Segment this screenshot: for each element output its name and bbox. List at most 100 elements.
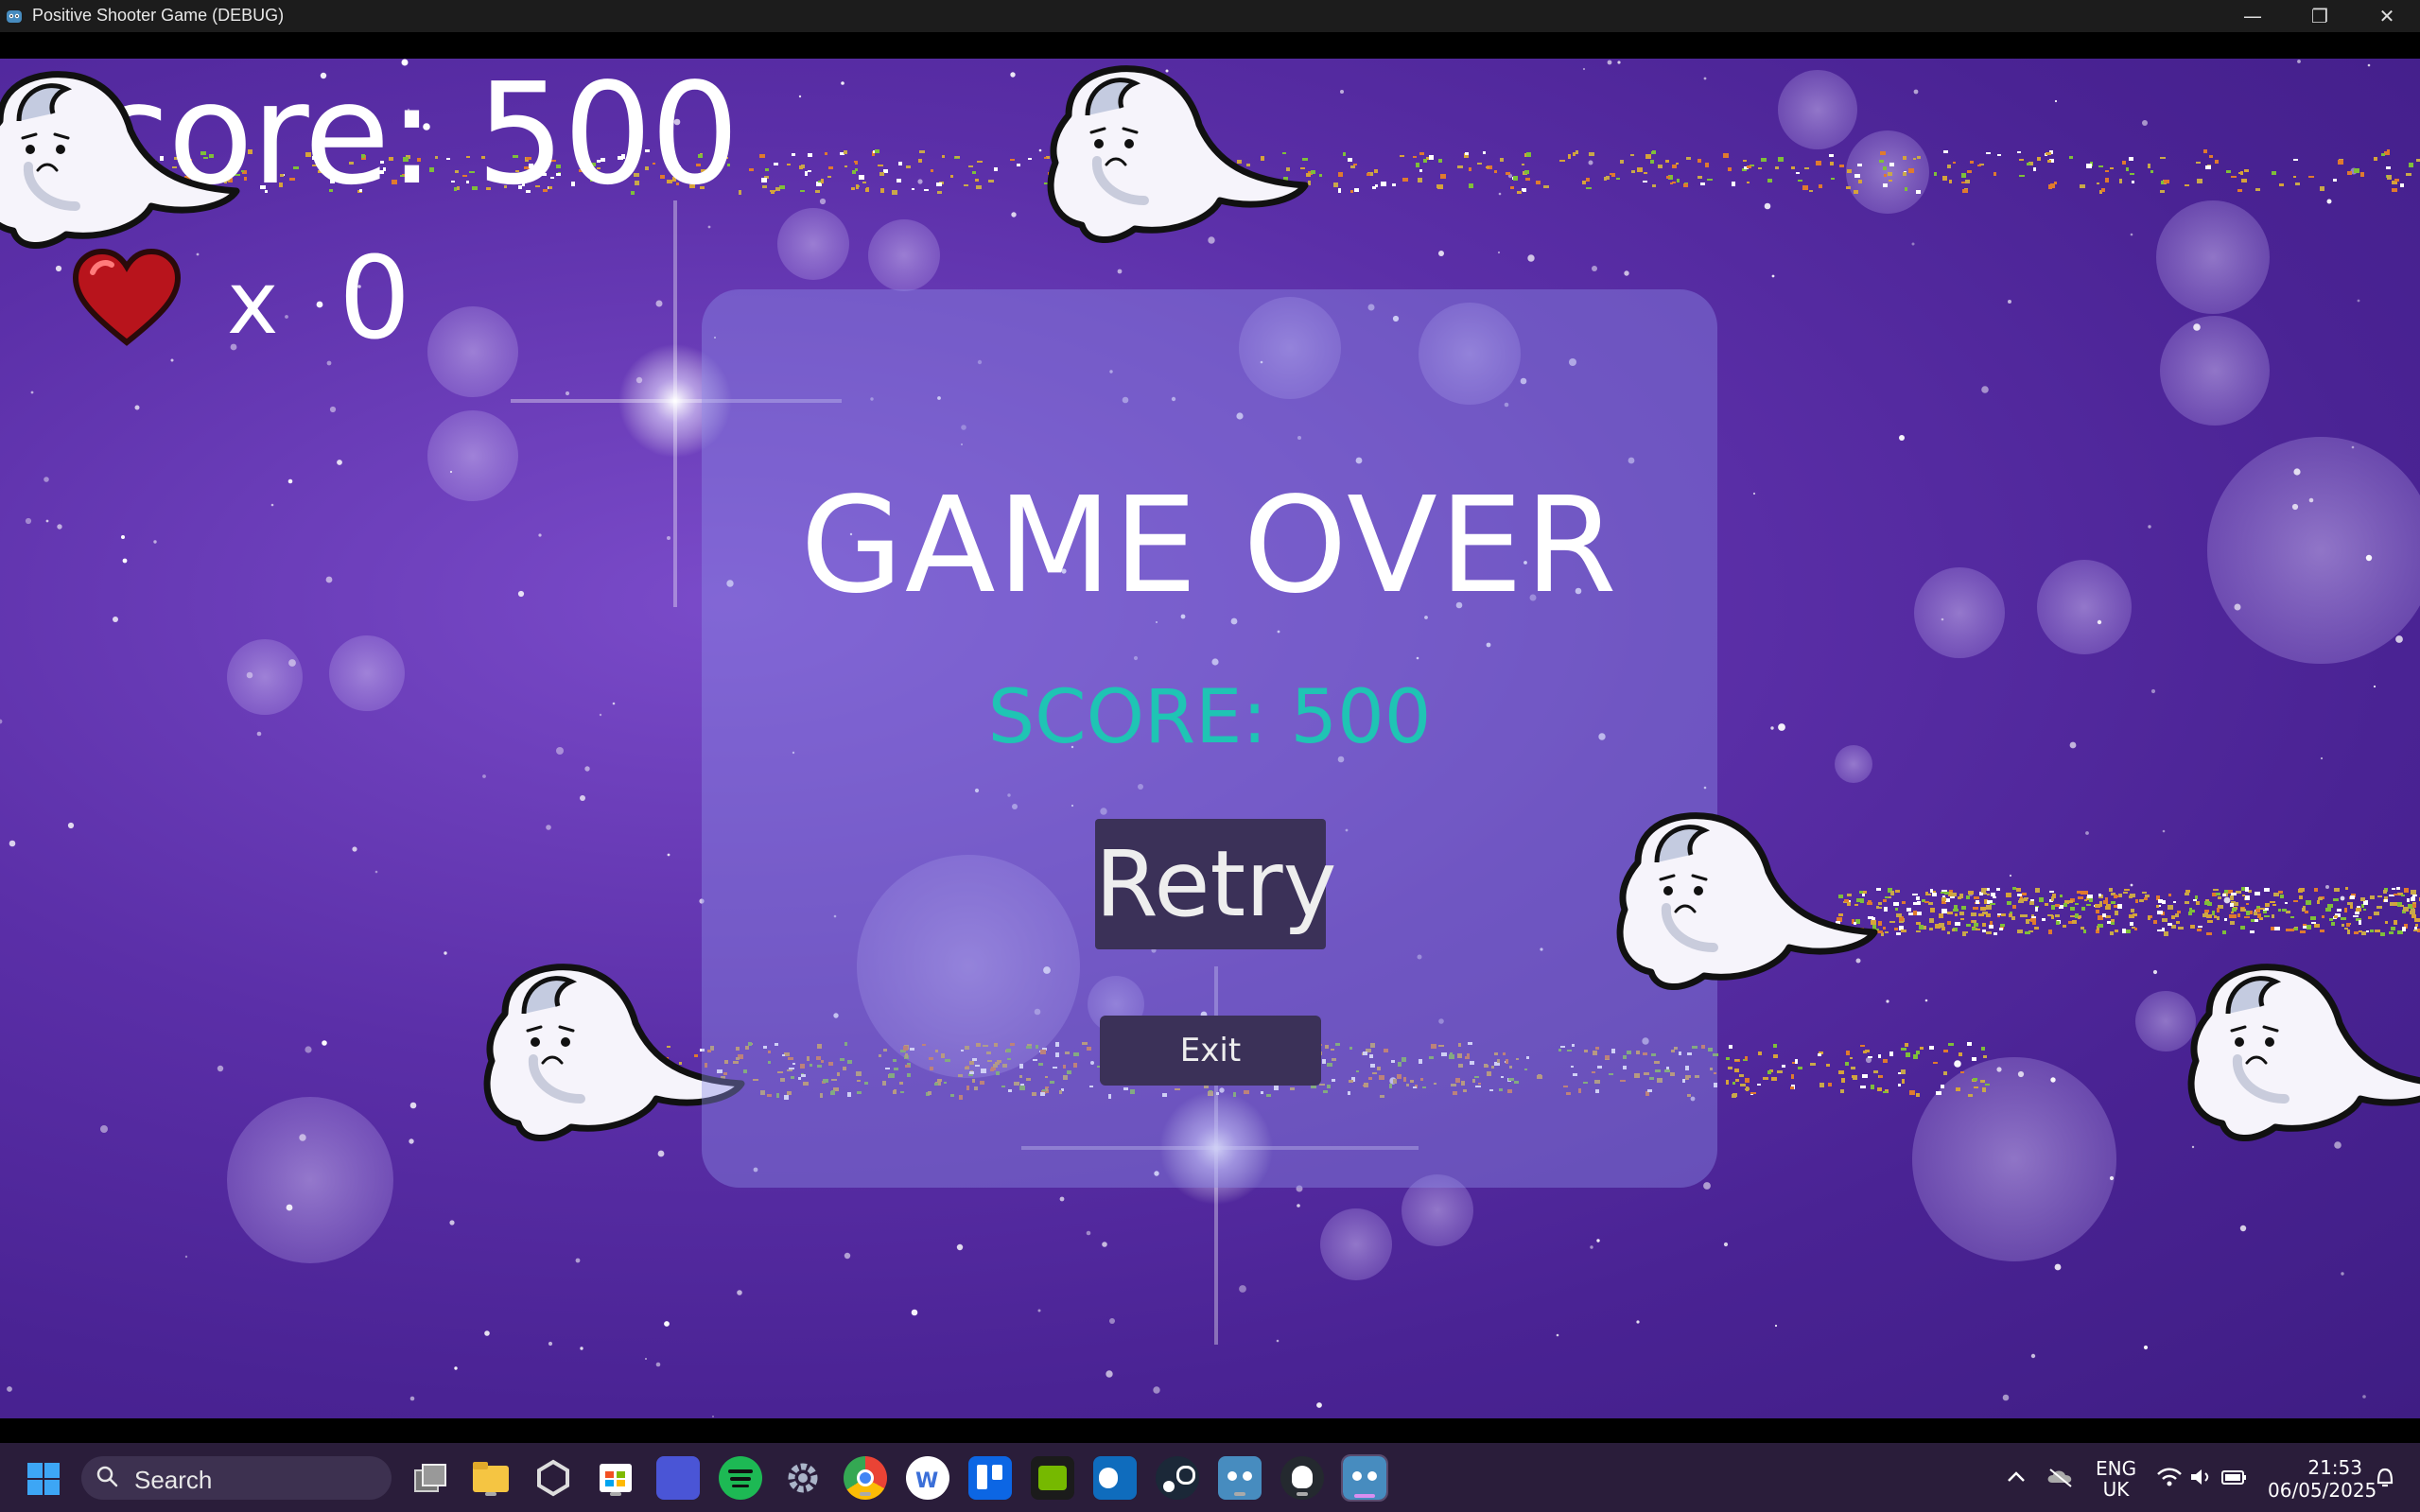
confetti-particle (1930, 908, 1935, 912)
language-region: UK (2102, 1478, 2130, 1501)
hud-lives-multiplier: x (227, 252, 279, 354)
star (546, 825, 551, 830)
confetti-particle (964, 184, 968, 186)
onedrive-offline-icon[interactable] (2046, 1466, 2075, 1488)
star (1340, 90, 1344, 94)
confetti-particle (2096, 910, 2099, 913)
confetti-particle (2198, 926, 2202, 928)
confetti-particle (2117, 904, 2122, 909)
close-window-button[interactable]: ✕ (2354, 0, 2420, 32)
exit-button[interactable]: Exit (1100, 1016, 1321, 1086)
webnovel-app-icon[interactable]: W (906, 1456, 949, 1500)
confetti-particle (1968, 891, 1974, 895)
creative-app-icon[interactable] (656, 1456, 700, 1500)
microsoft-store-icon[interactable] (594, 1456, 637, 1500)
star (1316, 1402, 1322, 1408)
confetti-particle (2222, 894, 2226, 896)
spotify-icon[interactable] (719, 1456, 762, 1500)
retry-button[interactable]: Retry (1095, 819, 1336, 949)
confetti-particle (2046, 152, 2051, 155)
star (449, 1220, 455, 1225)
nvidia-icon[interactable] (1031, 1456, 1074, 1500)
settings-gear-icon[interactable] (781, 1456, 825, 1500)
confetti-particle (2070, 915, 2075, 917)
star (1109, 1318, 1115, 1324)
show-hidden-icons-chevron-icon[interactable] (2005, 1468, 2028, 1486)
confetti-particle (2375, 930, 2380, 932)
bubble (1320, 1208, 1392, 1280)
confetti-particle (1991, 893, 1995, 896)
confetti-particle (1903, 156, 1906, 160)
confetti-particle (1890, 891, 1894, 895)
notification-bell-icon[interactable] (2372, 1464, 2398, 1490)
confetti-particle (1962, 189, 1968, 193)
outlook-icon[interactable] (1093, 1456, 1137, 1500)
star (1011, 212, 1017, 217)
confetti-particle (1469, 183, 1473, 188)
blender-like-app-icon[interactable] (531, 1456, 575, 1500)
game-over-title: GAME OVER (800, 469, 1619, 623)
star (2234, 603, 2241, 611)
confetti-particle (2114, 905, 2117, 908)
restore-button[interactable]: ❐ (2287, 0, 2353, 32)
github-icon[interactable] (1280, 1456, 1324, 1500)
confetti-particle (1947, 165, 1951, 168)
confetti-particle (1630, 154, 1634, 156)
confetti-particle (2350, 895, 2355, 899)
confetti-particle (1901, 930, 1906, 932)
confetti-particle (1980, 1080, 1985, 1083)
confetti-particle (2226, 170, 2231, 173)
confetti-particle (1916, 1051, 1920, 1054)
confetti-particle (1522, 164, 1524, 165)
chrome-icon[interactable] (844, 1456, 887, 1500)
confetti-particle (2320, 930, 2324, 932)
confetti-particle (1683, 183, 1688, 187)
windows-start-icon[interactable] (26, 1462, 61, 1496)
confetti-particle (1972, 1057, 1976, 1061)
star (2223, 896, 2231, 904)
confetti-particle (2012, 905, 2016, 909)
confetti-particle (2233, 914, 2237, 918)
godot-debug-game-icon[interactable] (1341, 1454, 1388, 1502)
star (409, 1138, 414, 1144)
confetti-particle (1457, 165, 1463, 168)
confetti-particle (2102, 913, 2106, 917)
battery-icon[interactable] (2220, 1466, 2249, 1488)
input-language-indicator[interactable]: ENG UK (2096, 1458, 2136, 1500)
wifi-icon[interactable] (2156, 1466, 2183, 1488)
confetti-particle (1826, 1064, 1830, 1067)
confetti-particle (2344, 928, 2348, 930)
confetti-particle (2238, 172, 2241, 174)
confetti-particle (1885, 896, 1889, 898)
star (1886, 999, 1889, 1003)
godot-icon[interactable] (1218, 1456, 1262, 1500)
confetti-particle (2318, 897, 2323, 900)
star (599, 713, 602, 717)
star (122, 558, 128, 564)
star (575, 1258, 581, 1263)
confetti-particle (2374, 157, 2377, 161)
confetti-particle (1469, 167, 1471, 171)
confetti-particle (1858, 180, 1862, 183)
confetti-particle (1845, 1062, 1849, 1066)
confetti-particle (2246, 903, 2249, 905)
taskbar-clock[interactable]: 21:53 06/05/2025 (2268, 1456, 2376, 1502)
confetti-particle (2310, 916, 2316, 920)
steam-icon[interactable] (1156, 1456, 1199, 1500)
confetti-particle (2056, 921, 2060, 925)
confetti-particle (851, 187, 855, 190)
star (1723, 1242, 1729, 1247)
file-explorer-icon[interactable] (469, 1456, 513, 1500)
confetti-particle (2404, 888, 2409, 893)
volume-icon[interactable] (2188, 1466, 2215, 1488)
confetti-particle (1524, 170, 1529, 174)
confetti-particle (2139, 899, 2144, 902)
confetti-particle (2279, 183, 2284, 186)
taskbar-search-box[interactable]: Search (81, 1456, 392, 1500)
minimize-button[interactable]: — (2220, 0, 2286, 32)
task-view-icon[interactable] (407, 1456, 450, 1500)
confetti-particle (1982, 923, 1986, 927)
trello-icon[interactable] (968, 1456, 1012, 1500)
confetti-particle (2081, 891, 2085, 895)
confetti-particle (1970, 161, 1974, 164)
